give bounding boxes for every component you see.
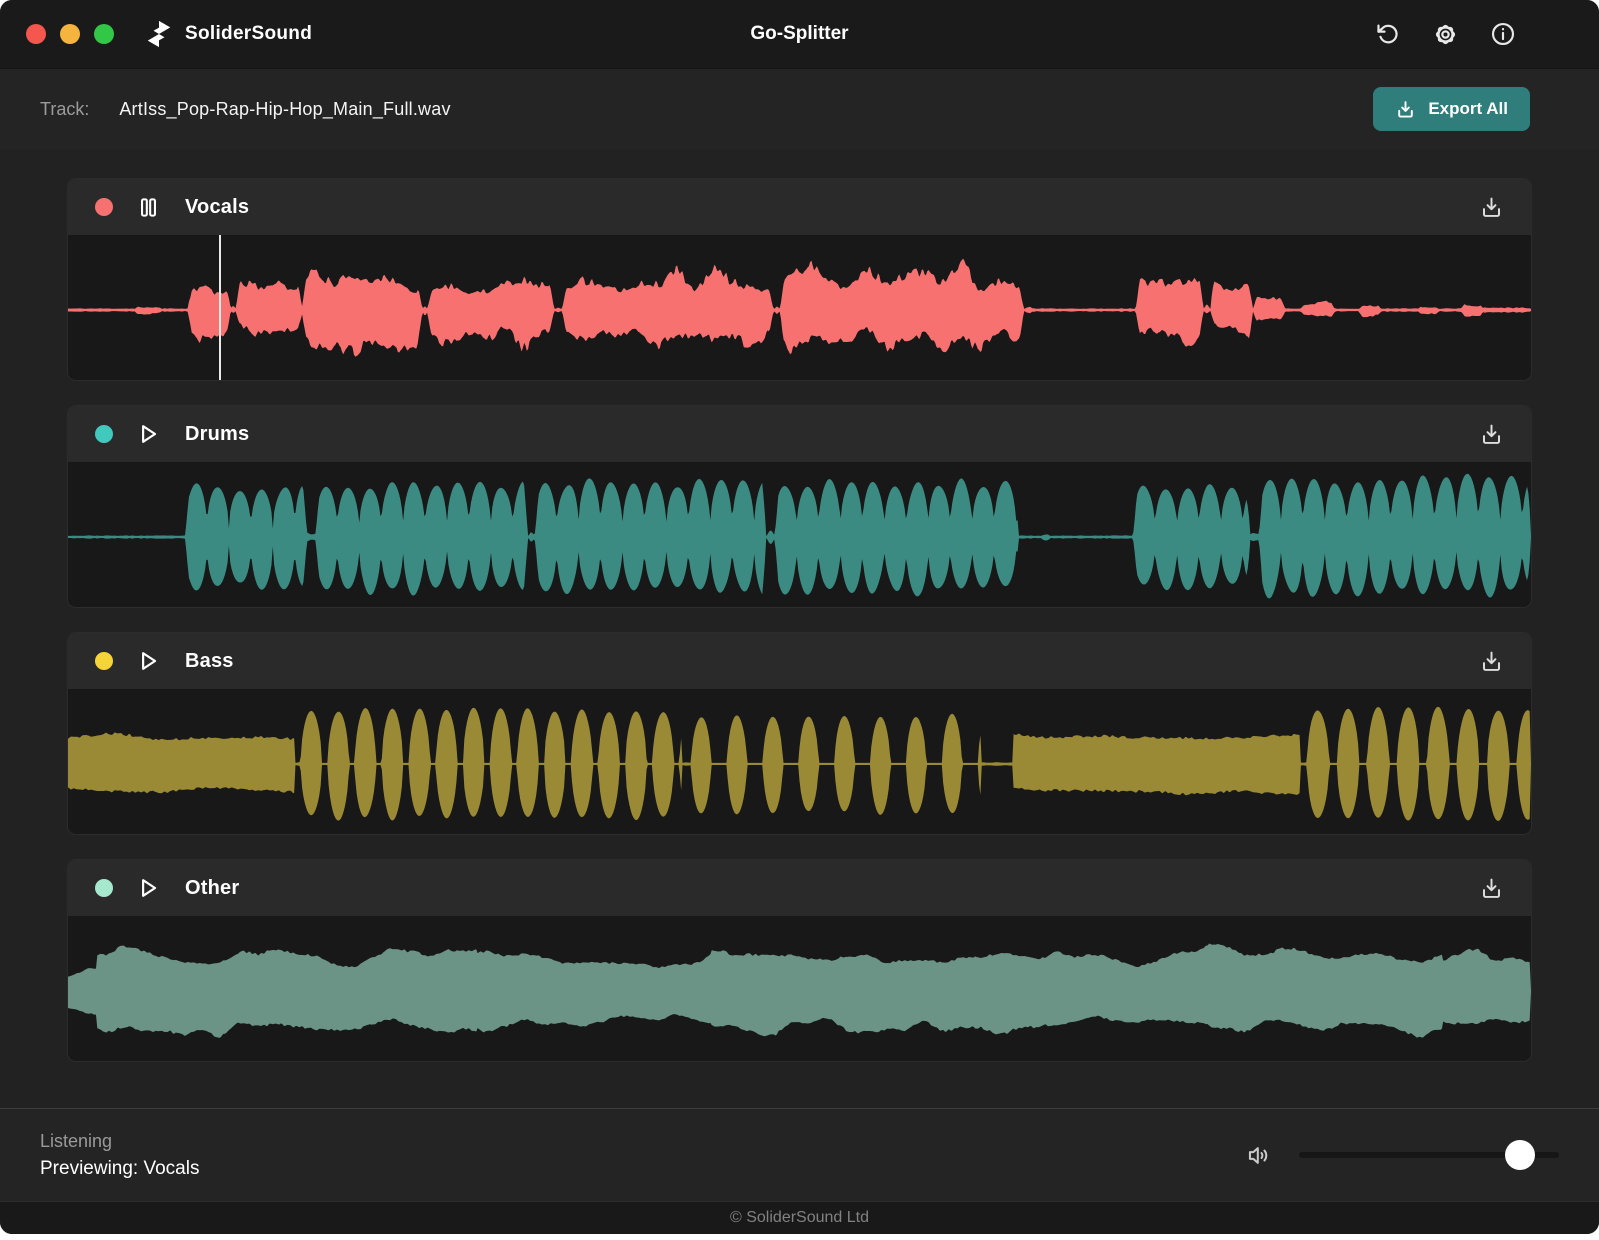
close-window-button[interactable] — [26, 24, 46, 44]
track-filename: ArtIss_Pop-Rap-Hip-Hop_Main_Full.wav — [119, 98, 451, 119]
volume-slider-thumb[interactable] — [1505, 1140, 1535, 1170]
track-color-dot — [95, 652, 113, 670]
status-bar: Listening Previewing: Vocals — [0, 1108, 1599, 1201]
transport-button[interactable] — [134, 421, 162, 447]
transport-button[interactable] — [134, 195, 162, 220]
track-title: Drums — [185, 422, 250, 445]
track-color-dot — [95, 198, 113, 216]
speaker-icon[interactable] — [1246, 1142, 1273, 1169]
download-stem-button[interactable] — [1479, 195, 1504, 220]
gear-icon — [1432, 21, 1459, 48]
download-icon — [1479, 195, 1504, 220]
track-header: Other — [68, 860, 1531, 916]
track-card-drums: Drums — [67, 405, 1532, 608]
download-stem-button[interactable] — [1479, 876, 1504, 901]
waveform-other[interactable] — [68, 916, 1531, 1061]
track-title: Bass — [185, 649, 234, 672]
volume-control — [1246, 1140, 1559, 1170]
titlebar-actions — [1375, 21, 1516, 48]
track-header: Drums — [68, 406, 1531, 462]
download-stem-button[interactable] — [1479, 422, 1504, 447]
playhead[interactable] — [218, 235, 221, 380]
track-header: Vocals — [68, 179, 1531, 235]
track-title: Vocals — [185, 195, 250, 218]
track-card-vocals: Vocals — [67, 178, 1532, 381]
download-icon — [1479, 876, 1504, 901]
export-all-label: Export All — [1428, 99, 1508, 118]
reset-icon — [1375, 21, 1401, 47]
reset-button[interactable] — [1375, 21, 1401, 47]
status-text: Listening Previewing: Vocals — [40, 1131, 199, 1180]
download-stem-button[interactable] — [1479, 649, 1504, 674]
file-bar: Track: ArtIss_Pop-Rap-Hip-Hop_Main_Full.… — [0, 68, 1599, 149]
app-footer: © SoliderSound Ltd — [0, 1201, 1599, 1234]
title-bar: SoliderSound Go-Splitter — [0, 0, 1599, 68]
minimize-window-button[interactable] — [60, 24, 80, 44]
track-header: Bass — [68, 633, 1531, 689]
solidersound-logo-icon — [144, 19, 174, 49]
waveform-bass[interactable] — [68, 689, 1531, 834]
track-color-dot — [95, 425, 113, 443]
play-icon — [135, 648, 161, 674]
status-state: Listening — [40, 1130, 113, 1151]
play-icon — [135, 875, 161, 901]
zoom-window-button[interactable] — [94, 24, 114, 44]
track-title: Other — [185, 876, 240, 899]
info-icon — [1490, 21, 1516, 47]
copyright-text: © SoliderSound Ltd — [730, 1209, 869, 1226]
track-card-bass: Bass — [67, 632, 1532, 835]
pause-icon — [136, 195, 161, 220]
export-all-button[interactable]: Export All — [1373, 87, 1530, 131]
waveform-vocals[interactable] — [68, 235, 1531, 380]
brand-name: SoliderSound — [185, 23, 313, 44]
volume-slider[interactable] — [1299, 1140, 1559, 1170]
play-icon — [135, 421, 161, 447]
track-color-dot — [95, 879, 113, 897]
download-icon — [1395, 99, 1416, 120]
download-icon — [1479, 649, 1504, 674]
stems-list: Vocals Drums Bass Other — [0, 149, 1599, 1108]
app-window: SoliderSound Go-Splitter Track: ArtIss_P… — [0, 0, 1599, 1234]
download-icon — [1479, 422, 1504, 447]
info-button[interactable] — [1490, 21, 1516, 47]
traffic-lights — [26, 24, 114, 44]
transport-button[interactable] — [134, 648, 162, 674]
transport-button[interactable] — [134, 875, 162, 901]
status-previewing: Previewing: Vocals — [40, 1157, 200, 1179]
brand: SoliderSound — [144, 19, 312, 49]
track-label: Track: — [40, 98, 90, 119]
track-card-other: Other — [67, 859, 1532, 1062]
waveform-drums[interactable] — [68, 462, 1531, 607]
settings-button[interactable] — [1432, 21, 1459, 48]
